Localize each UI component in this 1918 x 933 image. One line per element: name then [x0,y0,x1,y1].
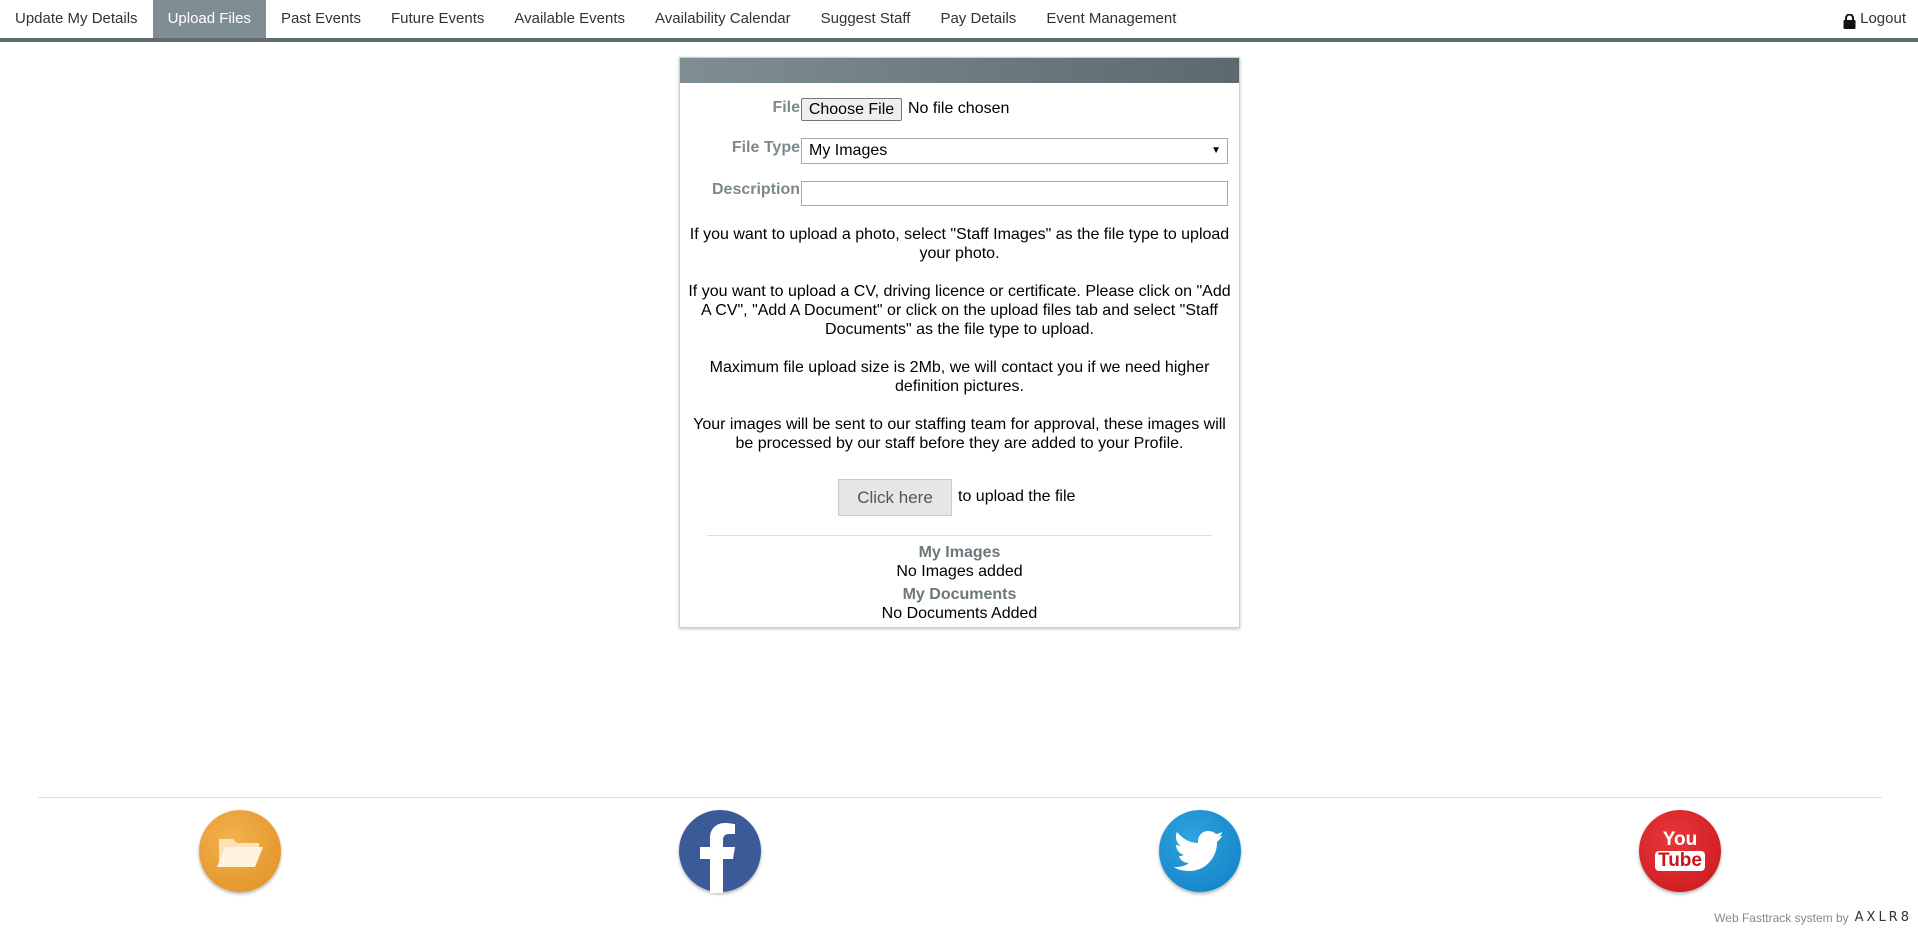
file-label: File [772,99,800,116]
info-size: Maximum file upload size is 2Mb, we will… [709,359,1210,395]
logout-link[interactable]: Logout [1843,0,1906,38]
tab-upload-files[interactable]: Upload Files [152,0,266,38]
file-type-value: My Images [809,142,888,159]
tab-pay-details[interactable]: Pay Details [925,0,1031,38]
upload-panel: File Choose File No file chosen File Typ… [679,57,1240,628]
axlr8-logo[interactable]: AXLR8 [1855,910,1912,925]
divider [707,535,1212,536]
top-navigation: Update My Details Upload Files Past Even… [0,0,1918,42]
choose-file-button[interactable]: Choose File [801,98,902,121]
youtube-text-bottom: Tube [1655,851,1705,871]
info-photo: If you want to upload a photo, select "S… [689,226,1230,262]
logout-label: Logout [1860,10,1906,27]
description-input[interactable] [801,181,1228,206]
tab-future-events[interactable]: Future Events [376,0,499,38]
file-status: No file chosen [908,100,1010,117]
my-images-value: No Images added [896,563,1023,580]
info-cv: If you want to upload a CV, driving lice… [688,283,1231,338]
panel-header [680,58,1239,83]
tab-update-my-details[interactable]: Update My Details [0,0,153,38]
twitter-icon[interactable] [1159,810,1241,892]
file-row: File Choose File No file chosen [680,98,1239,122]
file-type-row: File Type My Images ▼ [680,138,1239,164]
tab-past-events[interactable]: Past Events [266,0,376,38]
upload-row: Click here to upload the file [680,479,1239,516]
facebook-icon[interactable] [679,810,761,893]
description-label: Description [711,181,800,198]
my-documents-value: No Documents Added [881,605,1038,622]
tab-suggest-staff[interactable]: Suggest Staff [806,0,926,38]
credit-text: Web Fasttrack system by [1714,910,1849,925]
my-images-title: My Images [918,544,1001,561]
upload-text: to upload the file [958,488,1076,505]
file-type-label: File Type [731,139,800,156]
youtube-text-top: You [1662,829,1698,850]
my-documents-title: My Documents [902,586,1017,603]
footer-divider [38,797,1882,798]
file-type-select[interactable]: My Images ▼ [801,138,1228,164]
tab-event-management[interactable]: Event Management [1031,0,1191,38]
upload-button[interactable]: Click here [838,479,952,516]
footer-credit: Web Fasttrack system by AXLR8 [1714,910,1912,925]
description-row: Description [680,181,1239,206]
nav-tabs: Update My Details Upload Files Past Even… [0,0,1918,38]
tab-available-events[interactable]: Available Events [499,0,640,38]
info-approval: Your images will be sent to our staffing… [693,416,1226,452]
youtube-icon[interactable]: You Tube [1639,810,1721,892]
tab-availability-calendar[interactable]: Availability Calendar [640,0,806,38]
lock-icon [1843,13,1856,29]
dropdown-arrow-icon: ▼ [1211,145,1221,156]
folder-icon[interactable] [199,810,281,892]
